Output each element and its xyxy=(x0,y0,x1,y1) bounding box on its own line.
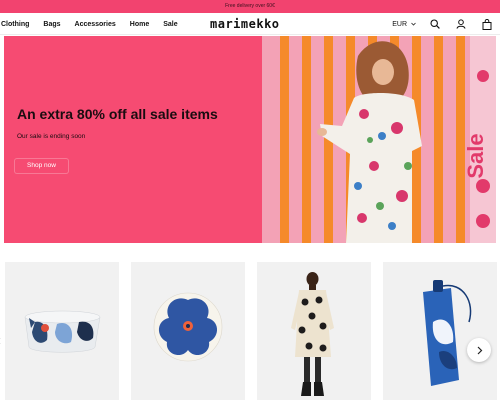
shopping-bag-icon xyxy=(482,18,492,30)
nav-links: Clothing Bags Accessories Home Sale xyxy=(1,13,178,35)
search-icon xyxy=(430,19,440,29)
promo-text: Free delivery over 60€ xyxy=(225,3,275,9)
nav-link-home[interactable]: Home xyxy=(130,21,149,28)
chevron-left-icon xyxy=(0,338,1,344)
hero-image[interactable]: Sale xyxy=(262,36,496,243)
account-button[interactable] xyxy=(454,17,468,31)
user-icon xyxy=(456,19,466,29)
hero-text-panel: An extra 80% off all sale items Our sale… xyxy=(4,36,262,243)
main-navigation: Clothing Bags Accessories Home Sale mari… xyxy=(0,13,500,35)
shop-now-button[interactable]: Shop now xyxy=(14,158,69,174)
product-card-bowl[interactable] xyxy=(5,262,119,400)
hero-subtitle: Our sale is ending soon xyxy=(17,133,86,140)
model-in-dress-image xyxy=(291,272,334,396)
carousel-next-button[interactable] xyxy=(467,338,491,362)
folded-umbrella-image xyxy=(423,280,472,386)
striped-dress-photo: Sale xyxy=(262,36,496,243)
brand-logo[interactable]: marimekko xyxy=(210,17,280,31)
product-card-umbrella[interactable] xyxy=(383,262,497,400)
hero-banner: An extra 80% off all sale items Our sale… xyxy=(4,36,496,243)
nav-utilities: EUR xyxy=(392,13,494,35)
currency-label: EUR xyxy=(392,20,407,28)
promo-bar: Free delivery over 60€ xyxy=(0,0,500,13)
printed-bowl-image xyxy=(24,310,101,353)
cart-button[interactable] xyxy=(480,17,494,31)
nav-link-bags[interactable]: Bags xyxy=(43,21,60,28)
carousel-prev-button[interactable] xyxy=(0,332,1,350)
product-card-plate[interactable] xyxy=(131,262,245,400)
nav-link-sale[interactable]: Sale xyxy=(163,21,177,28)
chevron-down-icon xyxy=(411,22,416,26)
sale-image-label: Sale xyxy=(463,133,488,178)
nav-link-clothing[interactable]: Clothing xyxy=(1,21,29,28)
unikko-plate-image xyxy=(153,292,223,362)
currency-selector[interactable]: EUR xyxy=(392,21,416,28)
search-button[interactable] xyxy=(428,17,442,31)
nav-link-accessories[interactable]: Accessories xyxy=(75,21,116,28)
chevron-right-icon xyxy=(477,346,482,354)
hero-title: An extra 80% off all sale items xyxy=(17,106,218,122)
product-carousel xyxy=(0,262,500,400)
product-card-dress[interactable] xyxy=(257,262,371,400)
